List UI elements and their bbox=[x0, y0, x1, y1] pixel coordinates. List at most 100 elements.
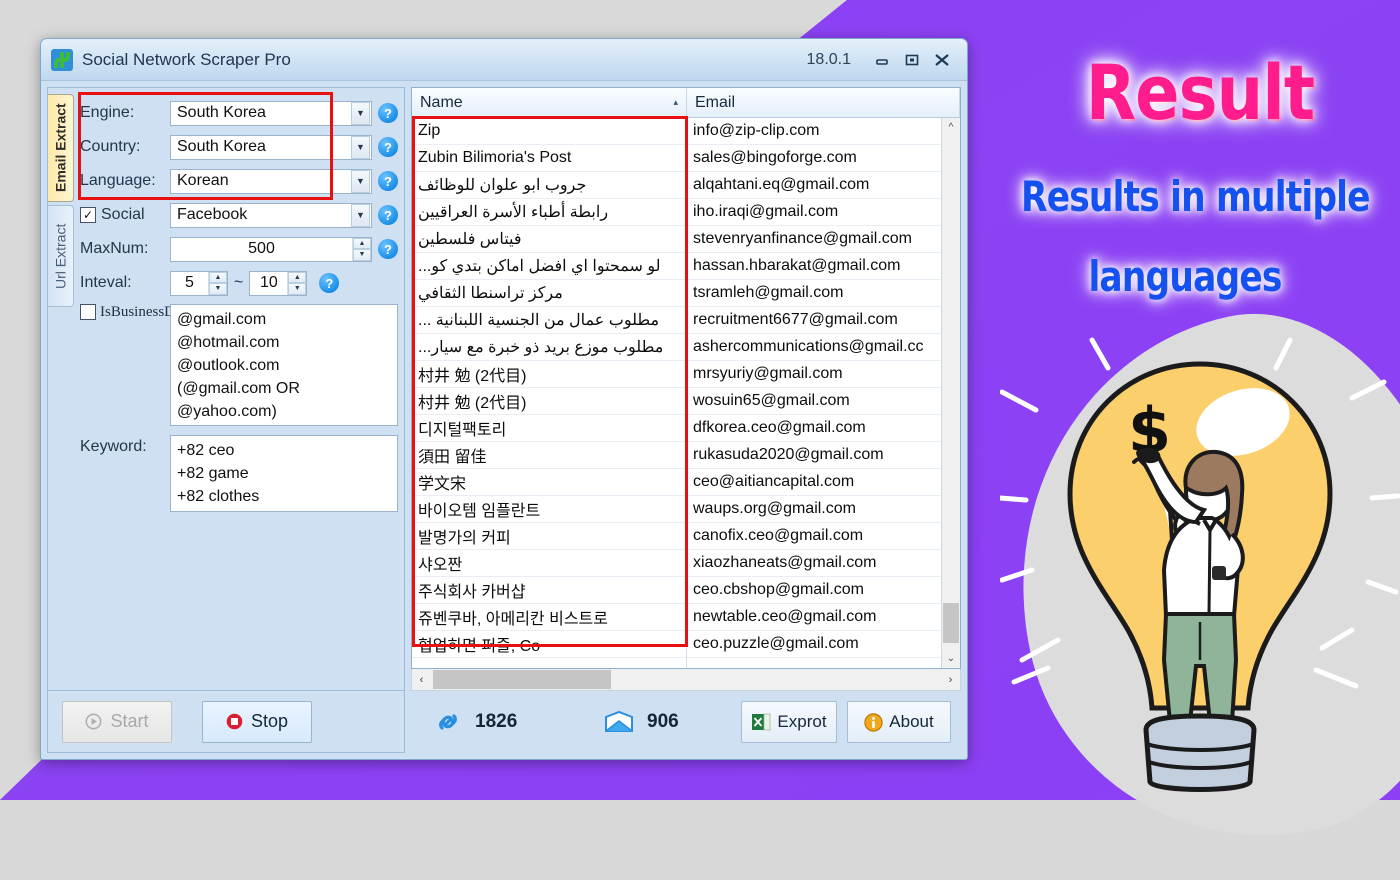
table-row[interactable]: 쥬벤쿠바, 아메리칸 비스트로 bbox=[412, 604, 686, 631]
help-icon-language[interactable]: ? bbox=[378, 171, 398, 191]
maxnum-stepper[interactable]: ▲ ▼ bbox=[352, 237, 371, 261]
help-icon-engine[interactable]: ? bbox=[378, 103, 398, 123]
table-row[interactable]: 주식회사 카버샵 bbox=[412, 577, 686, 604]
table-row[interactable]: فيتاس فلسطين bbox=[412, 226, 686, 253]
table-row[interactable]: 샤오짠 bbox=[412, 550, 686, 577]
table-row[interactable]: iho.iraqi@gmail.com bbox=[687, 199, 941, 226]
scroll-down-icon[interactable]: ⌄ bbox=[942, 649, 960, 668]
tab-url-extract[interactable]: Url Extract bbox=[48, 205, 74, 307]
table-row[interactable]: مركز تراسنطا الثقافي bbox=[412, 280, 686, 307]
play-icon bbox=[85, 713, 102, 730]
keyword-label: Keyword: bbox=[80, 438, 147, 455]
table-row[interactable]: wosuin65@gmail.com bbox=[687, 388, 941, 415]
maxnum-input[interactable]: 500 ▲ ▼ bbox=[170, 236, 372, 262]
interval-to-value: 10 bbox=[259, 274, 278, 291]
table-row[interactable]: لو سمحتوا اي افضل اماكن بتدي كو... bbox=[412, 253, 686, 280]
table-row[interactable]: جروب ابو علوان للوظائف bbox=[412, 172, 686, 199]
horizontal-scrollbar[interactable]: ‹ › bbox=[411, 669, 961, 691]
business-domain-checkbox[interactable] bbox=[80, 304, 96, 320]
interval-from-stepper[interactable]: ▲ ▼ bbox=[208, 271, 227, 295]
chevron-down-icon[interactable]: ▼ bbox=[351, 203, 370, 227]
table-row[interactable]: 바이오템 임플란트 bbox=[412, 496, 686, 523]
table-row[interactable]: مطلوب عمال من الجنسية اللبنانية ... bbox=[412, 307, 686, 334]
table-row[interactable]: alqahtani.eq@gmail.com bbox=[687, 172, 941, 199]
table-row[interactable]: 협업하면 퍼즐, Co bbox=[412, 631, 686, 658]
column-header-email[interactable]: Email bbox=[687, 88, 960, 117]
vertical-scroll-track[interactable] bbox=[942, 137, 960, 649]
social-checkbox[interactable]: ✓ bbox=[80, 207, 96, 223]
table-row[interactable]: Zubin Bilimoria's Post bbox=[412, 145, 686, 172]
help-icon-maxnum[interactable]: ? bbox=[378, 239, 398, 259]
table-row[interactable]: مطلوب موزع بريد ذو خبرة مع سيار... bbox=[412, 334, 686, 361]
scroll-right-icon[interactable]: › bbox=[941, 674, 960, 686]
help-icon-interval[interactable]: ? bbox=[319, 273, 340, 293]
column-header-name[interactable]: Name ▴ bbox=[412, 88, 687, 117]
maxnum-value: 500 bbox=[248, 240, 275, 257]
sort-ascending-icon: ▴ bbox=[673, 97, 678, 107]
table-row[interactable]: ashercommunications@gmail.cc bbox=[687, 334, 941, 361]
scroll-left-icon[interactable]: ‹ bbox=[412, 674, 431, 686]
scroll-up-icon[interactable]: ^ bbox=[942, 118, 960, 137]
social-value: Facebook bbox=[177, 206, 248, 223]
table-row[interactable]: waups.org@gmail.com bbox=[687, 496, 941, 523]
link-icon bbox=[439, 714, 457, 730]
minimize-icon[interactable] bbox=[867, 48, 897, 72]
column-header-name-label: Name bbox=[420, 93, 463, 111]
table-row[interactable]: 발명가의 커피 bbox=[412, 523, 686, 550]
table-row[interactable]: info@zip-clip.com bbox=[687, 118, 941, 145]
chevron-down-icon[interactable]: ▼ bbox=[351, 101, 370, 125]
table-row[interactable]: recruitment6677@gmail.com bbox=[687, 307, 941, 334]
table-row[interactable]: ceo.cbshop@gmail.com bbox=[687, 577, 941, 604]
table-row[interactable]: tsramleh@gmail.com bbox=[687, 280, 941, 307]
table-row[interactable]: dfkorea.ceo@gmail.com bbox=[687, 415, 941, 442]
table-row[interactable]: 디지털팩토리 bbox=[412, 415, 686, 442]
table-row[interactable]: رابطة أطباء الأسرة العراقيين bbox=[412, 199, 686, 226]
interval-from-input[interactable]: 5 ▲ ▼ bbox=[170, 270, 228, 296]
vertical-scrollbar[interactable]: ^ ⌄ bbox=[941, 118, 960, 668]
table-row[interactable]: hassan.hbarakat@gmail.com bbox=[687, 253, 941, 280]
table-row[interactable]: 村井 勉 (2代目) bbox=[412, 361, 686, 388]
table-row[interactable]: 学文宋 bbox=[412, 469, 686, 496]
title-bar[interactable]: Social Network Scraper Pro 18.0.1 bbox=[41, 39, 967, 81]
domain-filter-textarea[interactable]: @gmail.com @hotmail.com @outlook.com (@g… bbox=[170, 304, 398, 426]
stop-button[interactable]: Stop bbox=[202, 700, 312, 743]
table-row[interactable]: newtable.ceo@gmail.com bbox=[687, 604, 941, 631]
export-button[interactable]: Exprot bbox=[741, 701, 837, 743]
table-row[interactable]: ceo@aitiancapital.com bbox=[687, 469, 941, 496]
table-row[interactable]: Zip bbox=[412, 118, 686, 145]
maximize-icon[interactable] bbox=[897, 48, 927, 72]
maxnum-row: MaxNum: 500 ▲ ▼ ? bbox=[80, 232, 398, 266]
country-select[interactable]: South Korea ▼ bbox=[170, 134, 372, 160]
help-icon-country[interactable]: ? bbox=[378, 137, 398, 157]
table-row[interactable]: mrsyuriy@gmail.com bbox=[687, 361, 941, 388]
promo-title: Result bbox=[1085, 48, 1315, 137]
social-select[interactable]: Facebook ▼ bbox=[170, 202, 372, 228]
help-icon-social[interactable]: ? bbox=[378, 205, 398, 225]
close-icon[interactable] bbox=[927, 48, 957, 72]
tab-email-extract[interactable]: Email Extract bbox=[48, 94, 74, 202]
chevron-down-icon[interactable]: ▼ bbox=[351, 169, 370, 193]
about-button-label: About bbox=[889, 712, 934, 731]
keyword-textarea[interactable]: +82 ceo +82 game +82 clothes bbox=[170, 435, 398, 512]
vertical-scroll-thumb[interactable] bbox=[943, 603, 959, 643]
interval-to-input[interactable]: 10 ▲ ▼ bbox=[249, 270, 308, 296]
language-select[interactable]: Korean ▼ bbox=[170, 168, 372, 194]
about-button[interactable]: About bbox=[847, 701, 951, 743]
start-button[interactable]: Start bbox=[62, 700, 172, 743]
engine-select[interactable]: South Korea ▼ bbox=[170, 100, 372, 126]
table-row[interactable]: stevenryanfinance@gmail.com bbox=[687, 226, 941, 253]
table-row[interactable]: sales@bingoforge.com bbox=[687, 145, 941, 172]
export-button-label: Exprot bbox=[777, 712, 827, 731]
table-row[interactable]: ceo.puzzle@gmail.com bbox=[687, 631, 941, 658]
table-row[interactable]: 須田 留佳 bbox=[412, 442, 686, 469]
table-row[interactable]: rukasuda2020@gmail.com bbox=[687, 442, 941, 469]
interval-row: Inteval: 5 ▲ ▼ ~ 10 ▲ ▼ ? bbox=[80, 266, 398, 300]
horizontal-scroll-thumb[interactable] bbox=[433, 670, 611, 689]
table-row[interactable]: canofix.ceo@gmail.com bbox=[687, 523, 941, 550]
interval-to-stepper[interactable]: ▲ ▼ bbox=[287, 271, 307, 295]
business-domain-row: IsBusinessDomain @gmail.com @hotmail.com… bbox=[80, 304, 398, 426]
horizontal-scroll-track[interactable] bbox=[431, 669, 941, 690]
chevron-down-icon[interactable]: ▼ bbox=[351, 135, 370, 159]
table-row[interactable]: xiaozhaneats@gmail.com bbox=[687, 550, 941, 577]
table-row[interactable]: 村井 勉 (2代目) bbox=[412, 388, 686, 415]
